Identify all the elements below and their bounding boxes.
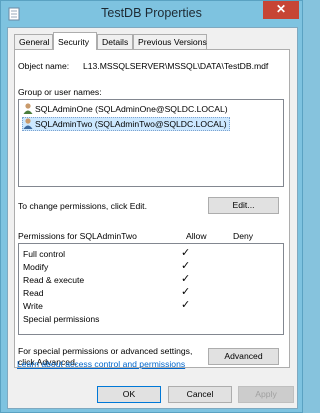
object-name-value: L13.MSSQLSERVER\MSSQL\DATA\TestDB.mdf: [83, 61, 269, 71]
apply-button-label: Apply: [255, 389, 277, 399]
allow-check-icon: ✓: [181, 273, 191, 285]
permission-row: Read & execute ✓: [19, 273, 283, 286]
permission-row: Write ✓: [19, 299, 283, 312]
permission-name: Modify: [23, 262, 49, 272]
tab-previous-versions[interactable]: Previous Versions: [133, 34, 207, 49]
allow-check-icon: ✓: [181, 247, 191, 259]
list-item[interactable]: SQLAdminOne (SQLAdminOne@SQLDC.LOCAL): [23, 103, 228, 115]
permission-name: Write: [23, 301, 43, 311]
permission-row: Special permissions: [19, 313, 283, 325]
security-tab-page: Object name: L13.MSSQLSERVER\MSSQL\DATA\…: [14, 49, 290, 368]
group-names-label: Group or user names:: [18, 87, 102, 97]
allow-check-icon: ✓: [181, 299, 191, 311]
tab-general[interactable]: General: [14, 34, 53, 49]
tab-details[interactable]: Details: [97, 34, 133, 49]
allow-header: Allow: [186, 231, 207, 241]
tab-label: Previous Versions: [138, 37, 207, 47]
edit-button[interactable]: Edit...: [208, 197, 279, 214]
permission-name: Read & execute: [23, 275, 85, 285]
dialog-client: General Security Details Previous Versio…: [7, 27, 298, 409]
group-user-listbox[interactable]: SQLAdminOne (SQLAdminOne@SQLDC.LOCAL) SQ…: [18, 99, 284, 187]
advanced-button-label: Advanced: [224, 351, 263, 361]
permission-row: Read ✓: [19, 286, 283, 299]
ok-button[interactable]: OK: [97, 386, 161, 403]
object-name-label: Object name:: [18, 61, 70, 71]
permission-name: Special permissions: [23, 314, 100, 324]
ok-button-label: OK: [122, 389, 136, 399]
advanced-text-line1: For special permissions or advanced sett…: [18, 346, 193, 356]
permission-row: Modify ✓: [19, 260, 283, 273]
tab-label: Security: [58, 37, 90, 47]
edit-button-label: Edit...: [232, 200, 255, 210]
deny-header: Deny: [233, 231, 254, 241]
permission-name: Read: [23, 288, 44, 298]
tab-security[interactable]: Security: [53, 32, 97, 50]
cancel-button-label: Cancel: [186, 389, 214, 399]
tab-label: General: [19, 37, 50, 47]
window-title: TestDB Properties: [101, 6, 202, 20]
learn-access-control-link[interactable]: Learn about access control and permissio…: [17, 359, 185, 369]
permissions-list[interactable]: Full control ✓ Modify ✓ Read & execute ✓ Read ✓…: [18, 243, 284, 335]
permission-name: Full control: [23, 249, 66, 259]
advanced-button[interactable]: Advanced: [208, 348, 279, 365]
properties-window: TestDB Properties ✕ General Security Det…: [0, 0, 303, 413]
list-item-label: SQLAdminTwo (SQLAdminTwo@SQLDC.LOCAL): [35, 119, 227, 129]
close-button[interactable]: ✕: [263, 1, 299, 19]
close-icon: ✕: [275, 2, 287, 16]
permissions-header: Permissions for SQLAdminTwo: [18, 231, 137, 241]
change-permissions-text: To change permissions, click Edit.: [18, 201, 147, 211]
user-icon: [23, 118, 33, 129]
permission-row: Full control ✓: [19, 247, 283, 260]
apply-button[interactable]: Apply: [238, 386, 294, 403]
title-bar[interactable]: TestDB Properties ✕: [1, 1, 302, 27]
cancel-button[interactable]: Cancel: [168, 386, 232, 403]
user-icon: [23, 103, 33, 114]
list-item-selected[interactable]: SQLAdminTwo (SQLAdminTwo@SQLDC.LOCAL): [22, 117, 230, 131]
tab-label: Details: [102, 37, 129, 47]
list-item-label: SQLAdminOne (SQLAdminOne@SQLDC.LOCAL): [35, 104, 228, 114]
allow-check-icon: ✓: [181, 286, 191, 298]
allow-check-icon: ✓: [181, 260, 191, 272]
